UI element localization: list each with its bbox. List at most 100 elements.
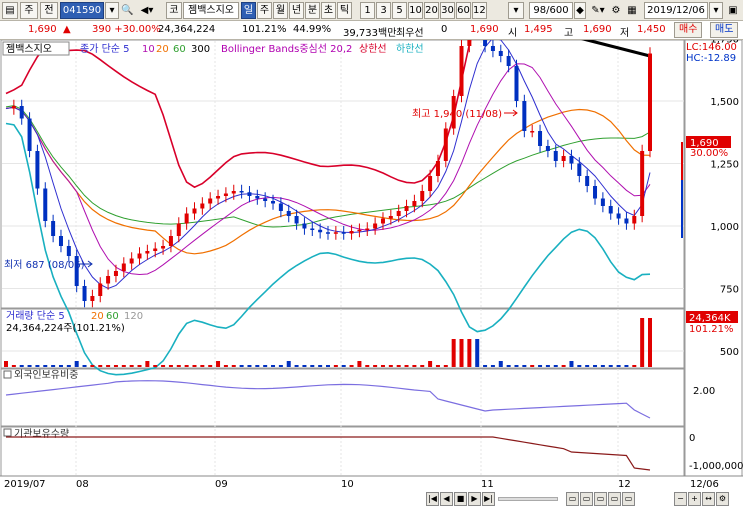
volume-bar xyxy=(286,361,291,367)
candle-body xyxy=(443,128,448,161)
period-button-월[interactable]: 월 xyxy=(273,2,288,19)
price-tick: 500 xyxy=(720,347,739,358)
volume-bar xyxy=(129,365,134,367)
candle-body xyxy=(137,253,142,259)
volume-bar xyxy=(192,365,197,367)
institution-tick-1: -1,000,000 xyxy=(689,461,743,472)
candle-body xyxy=(239,191,244,193)
x-label: 08 xyxy=(76,479,89,490)
volume-bar xyxy=(545,365,550,367)
candle-body xyxy=(396,211,401,216)
menu-icon[interactable]: ▤ xyxy=(2,2,18,19)
candle-body xyxy=(145,251,150,254)
period-button-초[interactable]: 초 xyxy=(321,2,336,19)
price-tick: 750 xyxy=(720,285,739,296)
calendar-icon[interactable]: ▾ xyxy=(709,2,723,19)
scroll-track[interactable] xyxy=(498,497,558,501)
chart-tools-icon[interactable]: ✎▾ xyxy=(588,2,608,19)
period-button-년[interactable]: 년 xyxy=(289,2,304,19)
minute-button-3[interactable]: 3 xyxy=(376,2,391,19)
minute-button-1[interactable]: 1 xyxy=(360,2,375,19)
volume-bar xyxy=(11,365,16,367)
scroll-last-icon[interactable]: ▶| xyxy=(482,492,495,506)
volume-label: 거래량 단순 5 xyxy=(6,310,65,322)
minute-button-20[interactable]: 20 xyxy=(424,2,439,19)
zoom-out-icon[interactable]: − xyxy=(674,492,687,506)
price-change: 390 +30.00% xyxy=(92,24,161,35)
price-tick: 1,250 xyxy=(710,160,739,171)
volume-bar xyxy=(278,365,283,367)
stock-chart[interactable]: 젬백스지오 종가 단순 5 10 20 60 300 Bollinger Ban… xyxy=(0,40,743,509)
zoom-3-icon[interactable]: ▭ xyxy=(594,492,607,506)
stock-code-input[interactable]: 041590 xyxy=(60,2,104,19)
volume-bar xyxy=(4,361,8,367)
candle-body xyxy=(530,131,535,133)
volume-bar xyxy=(522,365,527,367)
scroll-first-icon[interactable]: |◀ xyxy=(426,492,439,506)
period-button-분[interactable]: 분 xyxy=(305,2,320,19)
volume-bar xyxy=(553,365,558,367)
candle-body xyxy=(43,188,48,221)
candle-body xyxy=(263,198,268,201)
price-tick: 1,500 xyxy=(710,97,739,108)
grid-icon[interactable]: ▦ xyxy=(624,2,640,19)
candle-body xyxy=(58,236,63,246)
candle-body xyxy=(498,51,503,56)
sell-button[interactable]: 매도 xyxy=(710,22,739,38)
minute-button-5[interactable]: 5 xyxy=(392,2,407,19)
options-icon[interactable]: ⚙ xyxy=(716,492,729,506)
volume-bar xyxy=(106,365,111,367)
legend-ma10: 10 xyxy=(142,44,155,55)
volume-bar xyxy=(388,365,393,367)
legend-bb-lower: 하한선 xyxy=(396,42,424,55)
scroll-next-icon[interactable]: ▶ xyxy=(468,492,481,506)
legend-stock-name: 젬백스지오 xyxy=(6,43,52,55)
count-spin-icon[interactable]: ◆ xyxy=(574,2,586,19)
candle-body xyxy=(553,151,558,161)
interval-dropdown[interactable]: ▾ xyxy=(508,2,524,19)
volume-bar xyxy=(585,365,590,367)
candle-body xyxy=(66,246,71,256)
price-tick: 1,750 xyxy=(710,40,739,46)
minute-button-30[interactable]: 30 xyxy=(440,2,455,19)
settings-icon[interactable]: ⚙ xyxy=(609,2,623,19)
candle-body xyxy=(490,46,495,51)
date-field[interactable]: 2019/12/06 xyxy=(644,2,708,19)
search-icon[interactable]: 🔍 xyxy=(120,2,134,19)
candle-body xyxy=(404,206,409,211)
zoom-4-icon[interactable]: ▭ xyxy=(608,492,621,506)
volume-bar xyxy=(271,365,276,367)
open-label: 시 xyxy=(508,28,518,39)
volume-bar xyxy=(608,365,613,367)
mode-select[interactable]: 주 xyxy=(20,2,38,19)
pause-icon[interactable]: ■ xyxy=(454,492,467,506)
candle-body xyxy=(341,232,346,234)
zoom-2-icon[interactable]: ▭ xyxy=(580,492,593,506)
zoom-5-icon[interactable]: ▭ xyxy=(622,492,635,506)
minute-button-10[interactable]: 10 xyxy=(408,2,423,19)
minute-button-60[interactable]: 60 xyxy=(456,2,471,19)
volume-bar xyxy=(506,365,511,367)
volume-bar xyxy=(498,361,503,367)
period-button-일[interactable]: 일 xyxy=(241,2,256,19)
zoom-in-icon[interactable]: + xyxy=(688,492,701,506)
mode-select-2[interactable]: 전 xyxy=(40,2,58,19)
volume-bar xyxy=(121,365,126,367)
fit-icon[interactable]: ↔ xyxy=(702,492,715,506)
period-button-틱[interactable]: 틱 xyxy=(337,2,352,19)
candle-body xyxy=(271,201,276,204)
buy-button[interactable]: 매수 xyxy=(674,22,703,38)
stock-name[interactable]: 젬백스지오 xyxy=(183,2,239,19)
candle-body xyxy=(255,196,260,199)
lock-icon[interactable]: ▣ xyxy=(725,2,741,19)
data-count[interactable]: 98/600 xyxy=(529,2,573,19)
period-button-주[interactable]: 주 xyxy=(257,2,272,19)
zoom-icon[interactable]: ▭ xyxy=(566,492,579,506)
minute-button-120[interactable]: 120 xyxy=(472,2,487,19)
volume-bar xyxy=(490,365,495,367)
volume-ma20: 20 xyxy=(91,311,104,322)
scroll-prev-icon[interactable]: ◀ xyxy=(440,492,453,506)
prev-icon[interactable]: ◀▾ xyxy=(136,2,158,19)
best-quote-label: 최우선 xyxy=(396,28,424,39)
code-dropdown-icon[interactable]: ▾ xyxy=(105,2,119,19)
